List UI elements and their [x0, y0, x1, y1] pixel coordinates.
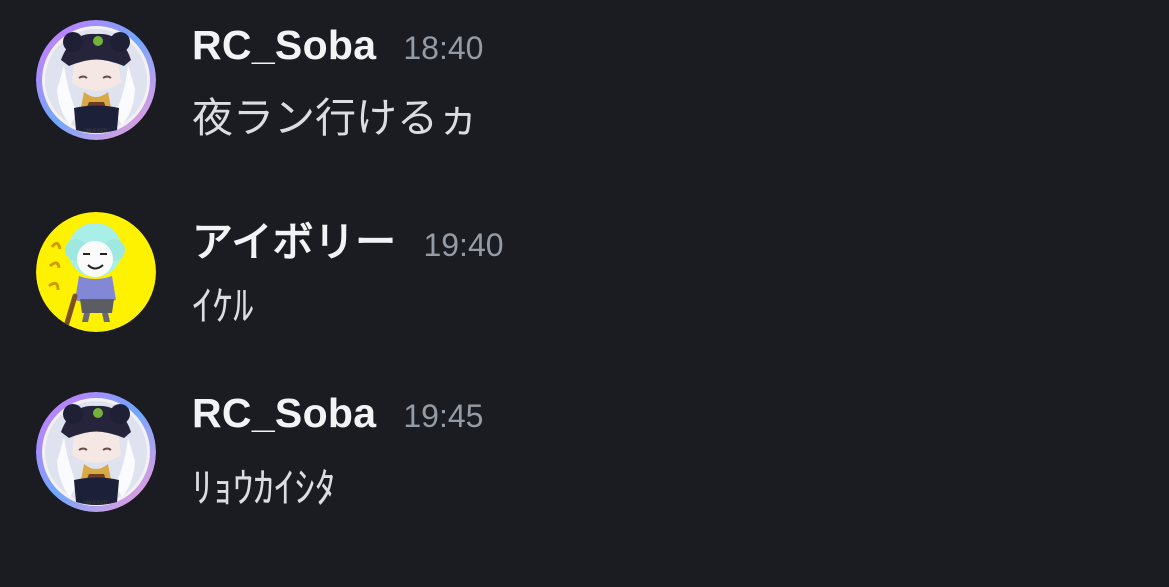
username[interactable]: RC_Soba	[192, 390, 376, 437]
message-text: ｲｹﾙ	[192, 282, 254, 330]
message-header: RC_Soba 19:45	[192, 390, 483, 450]
message-list: UNIVERSITY RC_Soba 18:40 夜ラン行けるヵ アイボリー 1…	[0, 0, 1169, 587]
message-item: UNIVERSITY RC_Soba 19:45 ﾘｮｳｶｲｼﾀ	[0, 386, 1169, 526]
timestamp[interactable]: 18:40	[403, 30, 483, 67]
message-item: UNIVERSITY RC_Soba 18:40 夜ラン行けるヵ	[0, 14, 1169, 154]
message-text: 夜ラン行けるヵ	[192, 94, 479, 142]
ivory-avatar-icon[interactable]	[36, 212, 156, 332]
message-text: ﾘｮｳｶｲｼﾀ	[192, 464, 336, 512]
svg-text:UNIVERSITY: UNIVERSITY	[84, 500, 108, 505]
message-item: アイボリー 19:40 ｲｹﾙ	[0, 206, 1169, 346]
soba-avatar-icon[interactable]: UNIVERSITY	[36, 392, 156, 512]
svg-text:UNIVERSITY: UNIVERSITY	[84, 128, 108, 133]
username[interactable]: アイボリー	[192, 208, 396, 268]
message-header: アイボリー 19:40	[192, 208, 504, 268]
timestamp[interactable]: 19:45	[403, 398, 483, 435]
username[interactable]: RC_Soba	[192, 22, 376, 69]
timestamp[interactable]: 19:40	[423, 227, 503, 264]
message-header: RC_Soba 18:40	[192, 22, 483, 82]
soba-avatar-icon[interactable]: UNIVERSITY	[36, 20, 156, 140]
